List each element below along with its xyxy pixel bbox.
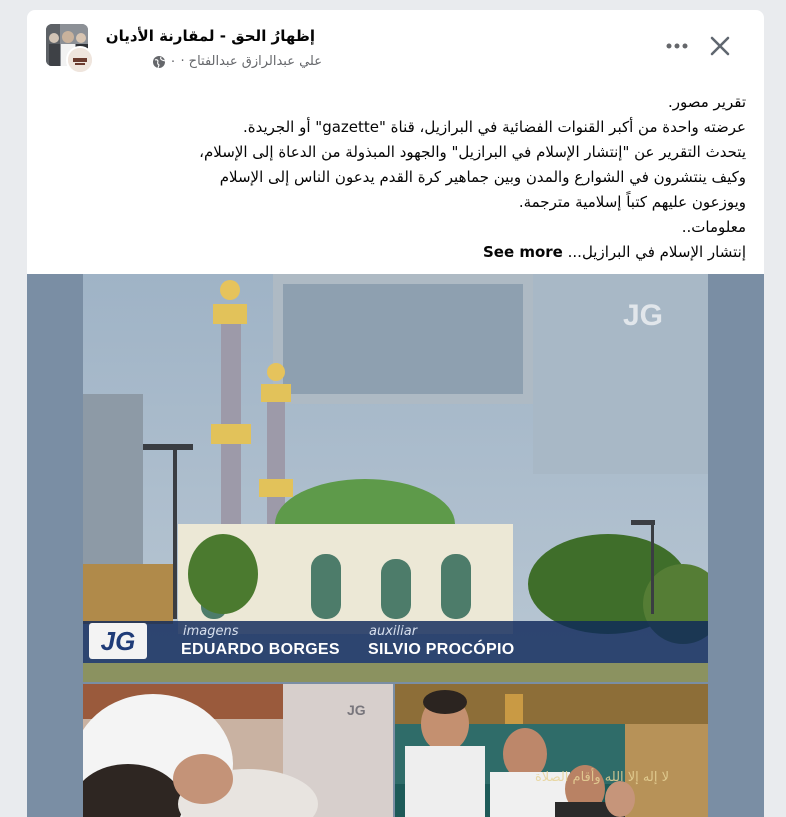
caption-label-assistant: auxiliar <box>369 624 418 639</box>
post-meta: علي عبدالرازق عبدالفتاح · ٠ <box>152 54 322 69</box>
channel-watermark: JG <box>623 299 664 332</box>
prayer-closeup-photo[interactable]: JG <box>83 684 393 817</box>
arabic-calligraphy: لا إله إلا الله وأقام الصلاة <box>535 770 670 785</box>
post-text-line: تقرير مصور. <box>667 93 746 111</box>
jg-logo: JG <box>89 623 147 659</box>
post-text-last-line: إنتشار الإسلام في البرازيل... See more <box>46 240 746 265</box>
post-media: JG imagens EDUARDO BORGES auxiliar SILVI… <box>27 274 764 817</box>
post-text-line: وكيف ينتشرون في الشوارع والمدن وبين جماه… <box>219 168 746 186</box>
post-card: إظهارُ الحق - لمقارنة الأديان علي عبدالر… <box>27 10 764 817</box>
post-text-line: عرضته واحدة من أكبر القنوات الفضائية في … <box>242 118 746 136</box>
post-header: إظهارُ الحق - لمقارنة الأديان علي عبدالر… <box>27 10 764 86</box>
mosque-photo[interactable]: JG imagens EDUARDO BORGES auxiliar SILVI… <box>83 274 708 682</box>
more-options-button[interactable] <box>659 28 695 64</box>
close-icon <box>710 36 730 56</box>
more-options-icon <box>666 43 688 49</box>
page-name-link[interactable]: إظهارُ الحق - لمقارنة الأديان <box>106 27 315 45</box>
credits-caption: imagens EDUARDO BORGES auxiliar SILVIO P… <box>83 621 708 663</box>
prayer-group-photo[interactable]: لا إله إلا الله وأقام الصلاة <box>395 684 708 817</box>
meta-separator: · <box>180 54 185 69</box>
post-text-line: ويوزعون عليهم كتباً إسلامية مترجمة. <box>518 193 746 211</box>
globe-icon <box>152 55 165 68</box>
post-time[interactable]: ٠ <box>170 54 177 69</box>
caption-name-assistant: SILVIO PROCÓPIO <box>368 641 515 658</box>
post-text-line: إنتشار الإسلام في البرازيل... <box>567 243 746 261</box>
post-text-line: يتحدث التقرير عن "إنتشار الإسلام في البر… <box>199 143 746 161</box>
page-avatar[interactable] <box>46 24 96 74</box>
author-avatar <box>66 46 94 74</box>
caption-label-images: imagens <box>183 624 239 639</box>
author-name[interactable]: علي عبدالرازق عبدالفتاح <box>189 54 322 69</box>
post-text-line: معلومات.. <box>681 218 746 236</box>
see-more-link[interactable]: See more <box>483 243 563 261</box>
channel-watermark: JG <box>347 702 366 718</box>
post-body: تقرير مصور. عرضته واحدة من أكبر القنوات … <box>46 90 746 265</box>
caption-name-images: EDUARDO BORGES <box>181 641 340 658</box>
close-button[interactable] <box>702 28 738 64</box>
